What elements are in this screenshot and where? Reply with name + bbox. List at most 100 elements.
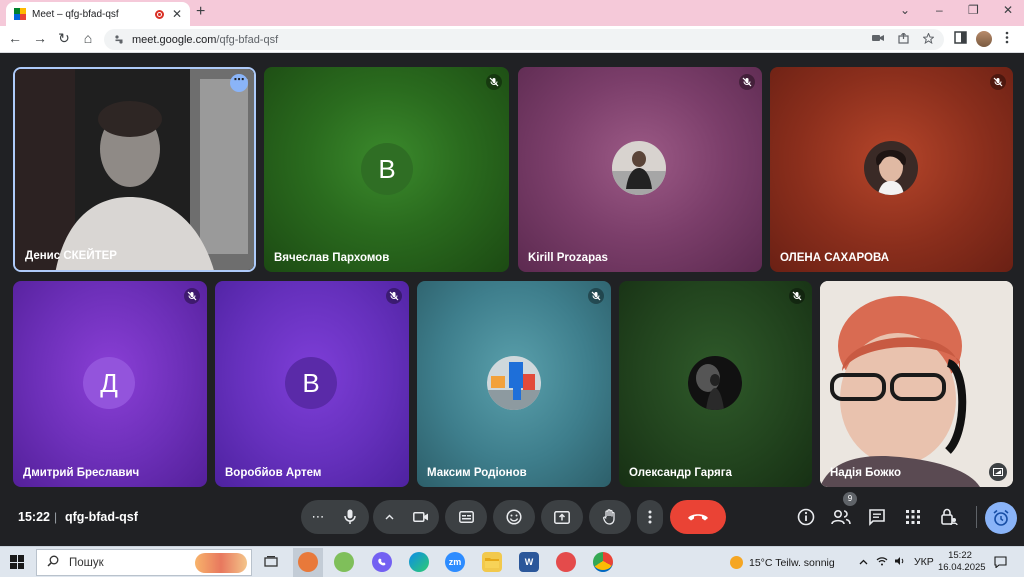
chat-icon bbox=[869, 509, 885, 526]
camera-control-group bbox=[373, 500, 439, 534]
recording-indicator-icon bbox=[154, 9, 164, 19]
participant-name: Максим Родіонов bbox=[427, 467, 527, 479]
captions-button[interactable] bbox=[445, 500, 487, 534]
raise-hand-button[interactable] bbox=[589, 500, 631, 534]
participant-tile-vorobiov[interactable]: В Воробйов Артем bbox=[215, 281, 409, 487]
weather-text: 15°C Teilw. sonnig bbox=[749, 557, 835, 569]
search-highlight-art bbox=[195, 553, 247, 573]
search-placeholder: Пошук bbox=[69, 556, 104, 569]
timer-button[interactable] bbox=[985, 502, 1017, 534]
more-options-button[interactable] bbox=[637, 500, 663, 534]
share-icon[interactable] bbox=[898, 31, 909, 47]
controls-divider bbox=[976, 506, 977, 528]
participant-count-badge: 9 bbox=[843, 492, 857, 506]
microphone-button[interactable] bbox=[333, 500, 367, 534]
meeting-info-separator: | bbox=[54, 510, 58, 524]
url-host: meet.google.com bbox=[132, 33, 217, 46]
windows-start-icon[interactable] bbox=[10, 555, 24, 569]
close-window-button[interactable]: ✕ bbox=[1003, 3, 1013, 17]
participant-tile-oleksandr[interactable]: Олександр Гаряга bbox=[619, 281, 812, 487]
zoom-icon[interactable]: zm bbox=[445, 552, 465, 572]
participant-tile-kirill[interactable]: Kirill Prozapas bbox=[518, 67, 762, 272]
mic-off-icon bbox=[739, 74, 755, 90]
forward-button[interactable]: → bbox=[31, 30, 49, 46]
volume-icon[interactable] bbox=[894, 556, 906, 569]
back-button[interactable]: ← bbox=[6, 30, 24, 46]
home-button[interactable]: ⌂ bbox=[79, 30, 97, 46]
participant-tile-dmytro[interactable]: Д Дмитрий Бреславич bbox=[13, 281, 207, 487]
more-vert-icon bbox=[648, 510, 652, 524]
chat-button[interactable] bbox=[866, 506, 888, 528]
browser-tab-strip: Meet – qfg-bfad-qsf ✕ + ⌄ – ❐ ✕ bbox=[0, 0, 1024, 26]
restore-button[interactable]: ❐ bbox=[968, 3, 979, 17]
viber-icon[interactable] bbox=[372, 552, 392, 572]
people-icon bbox=[831, 509, 851, 525]
participant-tile-denis[interactable]: ⋯ Денис СКЕЙТЕР bbox=[13, 67, 256, 272]
camera-in-use-icon[interactable] bbox=[872, 33, 884, 47]
tray-overflow-icon[interactable] bbox=[859, 556, 868, 568]
chrome-profile-icon[interactable] bbox=[298, 552, 318, 572]
file-explorer-icon[interactable] bbox=[482, 552, 502, 572]
meeting-controls-bar: 15:22 | qfg-bfad-qsf ⋯ bbox=[0, 494, 1024, 540]
taskbar-clock[interactable]: 15:22 16.04.2025 bbox=[938, 550, 986, 574]
minimize-button[interactable]: – bbox=[936, 3, 943, 17]
participant-options-button[interactable]: ⋯ bbox=[230, 74, 248, 92]
meeting-details-button[interactable] bbox=[795, 506, 817, 528]
url-path: /qfg-bfad-qsf bbox=[216, 33, 279, 46]
denis-video-feed bbox=[15, 69, 254, 270]
audio-options-button[interactable]: ⋯ bbox=[303, 509, 333, 525]
participant-tile-maksym[interactable]: Максим Родіонов bbox=[417, 281, 611, 487]
picture-in-picture-icon[interactable] bbox=[989, 463, 1007, 481]
notifications-icon[interactable] bbox=[994, 556, 1007, 571]
app-icon-green[interactable] bbox=[334, 552, 354, 572]
tab-close-icon[interactable]: ✕ bbox=[172, 7, 182, 21]
chrome-icon[interactable] bbox=[593, 552, 613, 572]
participant-tile-vyacheslav[interactable]: В Вячеслав Пархомов bbox=[264, 67, 509, 272]
participant-name: Надія Божко bbox=[830, 467, 902, 479]
browser-tab-meet[interactable]: Meet – qfg-bfad-qsf ✕ bbox=[6, 2, 190, 26]
apps-grid-icon bbox=[906, 510, 920, 524]
site-info-icon[interactable] bbox=[114, 34, 124, 46]
microphone-icon bbox=[344, 509, 356, 524]
word-icon[interactable]: W bbox=[519, 552, 539, 572]
app-icon-red[interactable] bbox=[556, 552, 576, 572]
windows-taskbar: Пошук zm W 15°C Teilw. sonnig УКР 15:22 … bbox=[0, 546, 1024, 577]
participant-tile-olena[interactable]: ОЛЕНА САХАРОВА bbox=[770, 67, 1013, 272]
weather-sun-icon bbox=[730, 556, 743, 569]
weather-widget[interactable]: 15°C Teilw. sonnig bbox=[730, 556, 835, 569]
new-tab-button[interactable]: + bbox=[196, 3, 205, 21]
bookmark-star-icon[interactable] bbox=[922, 31, 935, 47]
edge-browser-icon[interactable] bbox=[409, 552, 429, 572]
reload-button[interactable]: ↻ bbox=[55, 30, 73, 47]
task-view-icon[interactable] bbox=[261, 552, 281, 572]
meeting-code: qfg-bfad-qsf bbox=[65, 510, 138, 524]
video-options-chevron-icon[interactable] bbox=[374, 512, 404, 523]
activities-button[interactable] bbox=[902, 506, 924, 528]
participant-photo-avatar bbox=[864, 141, 918, 195]
participant-name: Олександр Гаряга bbox=[629, 467, 732, 479]
taskbar-search-input[interactable]: Пошук bbox=[36, 549, 252, 576]
input-language[interactable]: УКР bbox=[914, 556, 934, 568]
host-controls-button[interactable] bbox=[938, 506, 960, 528]
browser-menu-icon[interactable] bbox=[1005, 31, 1009, 47]
lock-person-icon bbox=[941, 508, 958, 526]
hang-up-icon bbox=[688, 514, 708, 521]
clock-date: 16.04.2025 bbox=[938, 562, 986, 573]
nadia-video-feed bbox=[820, 281, 1013, 487]
tab-search-dropdown-icon[interactable]: ⌄ bbox=[900, 3, 910, 17]
present-screen-button[interactable] bbox=[541, 500, 583, 534]
people-button[interactable] bbox=[830, 506, 852, 528]
present-icon bbox=[554, 510, 570, 524]
profile-avatar[interactable] bbox=[976, 31, 992, 47]
address-bar[interactable]: meet.google.com/qfg-bfad-qsf bbox=[104, 29, 944, 50]
camera-button[interactable] bbox=[404, 511, 438, 523]
reactions-button[interactable] bbox=[493, 500, 535, 534]
participant-avatar: В bbox=[361, 143, 413, 195]
participant-name: Дмитрий Бреславич bbox=[23, 467, 140, 479]
side-panel-icon[interactable] bbox=[954, 31, 967, 47]
participant-tile-nadia[interactable]: Надія Божко bbox=[820, 281, 1013, 487]
captions-icon bbox=[458, 511, 474, 523]
network-icon[interactable] bbox=[876, 556, 888, 569]
leave-call-button[interactable] bbox=[670, 500, 726, 534]
participant-photo-avatar bbox=[612, 141, 666, 195]
